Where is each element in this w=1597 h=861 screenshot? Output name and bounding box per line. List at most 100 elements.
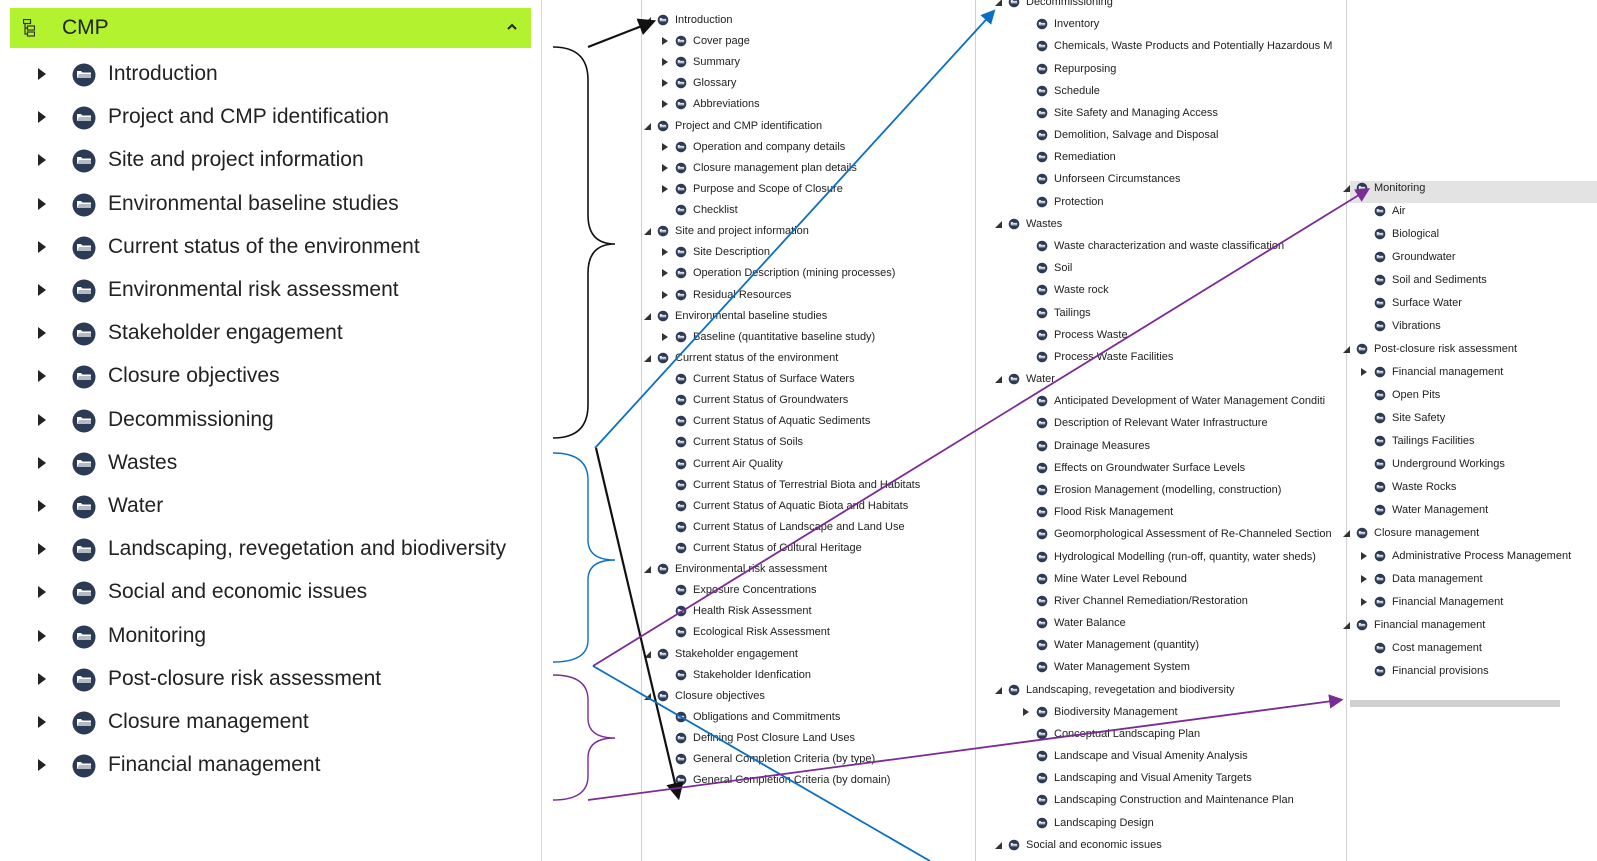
triangle-right-icon[interactable] [38,111,46,124]
expand-arrow-icon[interactable] [661,142,669,151]
tree-item-row[interactable]: Current Status of Landscape and Land Use [641,517,971,538]
triangle-right-icon[interactable] [38,154,46,167]
main-tree-item[interactable]: Current status of the environment [0,228,530,268]
main-tree-item[interactable]: Wastes [0,444,530,484]
collapse-arrow-icon[interactable] [1342,345,1350,353]
tree-item-row[interactable]: Vibrations [1350,316,1597,337]
main-tree-item[interactable]: Monitoring [0,617,530,657]
tree-item-row[interactable]: Site Safety and Managing Access [1008,103,1338,124]
tree-item-row[interactable]: Current Status of Surface Waters [641,369,971,390]
main-tree-item[interactable]: Landscaping, revegetation and biodiversi… [0,530,530,570]
collapse-arrow-icon[interactable] [643,354,651,362]
tree-item-row[interactable]: Cover page [641,31,971,52]
tree-item-row[interactable]: Summary [641,52,971,73]
tree-section-row[interactable]: Monitoring [1343,178,1597,199]
collapse-arrow-icon[interactable] [1342,621,1350,629]
collapse-arrow-icon[interactable] [1342,529,1350,537]
tree-item-row[interactable]: Repurposing [1008,59,1338,80]
tree-item-row[interactable]: Surface Water [1350,293,1597,314]
tree-item-row[interactable]: Drainage Measures [1008,436,1338,457]
tree-item-row[interactable]: Protection [1008,192,1338,213]
tree-item-row[interactable]: Soil [1008,258,1338,279]
main-tree-item[interactable]: Project and CMP identification [0,98,530,138]
tree-item-row[interactable]: Inventory [1008,14,1338,35]
tree-section-row[interactable]: Water [995,369,1338,390]
tree-item-row[interactable]: Landscaping Design [1008,813,1338,834]
tree-item-row[interactable]: Current Status of Groundwaters [641,390,971,411]
collapse-arrow-icon[interactable] [643,565,651,574]
collapse-arrow-icon[interactable] [643,650,651,658]
tree-item-row[interactable]: Current Status of Terrestrial Biota and … [641,475,971,496]
collapse-arrow-icon[interactable] [994,841,1002,849]
tree-section-row[interactable]: Closure management [1343,523,1597,544]
tree-item-row[interactable]: Unforseen Circumstances [1008,169,1338,190]
expand-arrow-icon[interactable] [1360,598,1368,606]
main-tree-item[interactable]: Water [0,487,530,527]
expand-arrow-icon[interactable] [661,100,669,109]
triangle-right-icon[interactable] [38,68,46,80]
triangle-right-icon[interactable] [38,629,46,642]
tree-item-row[interactable]: Financial Management [1350,592,1597,613]
tree-item-row[interactable]: Schedule [1008,81,1338,102]
tree-item-row[interactable]: Demolition, Salvage and Disposal [1008,125,1338,146]
main-tree-item[interactable]: Environmental risk assessment [0,271,530,311]
tree-item-row[interactable]: Landscape and Visual Amenity Analysis [1008,746,1338,767]
tree-item-row[interactable]: Financial management [1350,362,1597,383]
tree-item-row[interactable]: Cost management [1350,638,1597,659]
collapse-arrow-icon[interactable] [994,220,1002,228]
tree-section-row[interactable]: Post-closure risk assessment [1343,339,1597,360]
tree-item-row[interactable]: Process Waste Facilities [1008,347,1338,368]
tree-item-row[interactable]: Closure management plan details [641,158,971,179]
triangle-right-icon[interactable] [38,759,46,772]
main-tree-item[interactable]: Decommissioning [0,401,530,441]
expand-arrow-icon[interactable] [661,332,669,341]
tree-item-row[interactable]: Water Management (quantity) [1008,635,1338,656]
tree-item-row[interactable]: Air [1350,201,1597,222]
tree-item-row[interactable]: Waste characterization and waste classif… [1008,236,1338,257]
collapse-arrow-icon[interactable] [643,122,651,130]
tree-item-row[interactable]: Chemicals, Waste Products and Potentiall… [1008,36,1338,57]
tree-item-row[interactable]: Groundwater [1350,247,1597,268]
collapse-arrow-icon[interactable] [643,227,651,236]
expand-arrow-icon[interactable] [1360,575,1368,583]
collapse-arrow-icon[interactable] [994,0,1002,6]
tree-item-row[interactable]: Data management [1350,569,1597,590]
tree-section-row[interactable]: Introduction [641,10,971,31]
tree-item-row[interactable]: Water Management System [1008,657,1338,678]
triangle-right-icon[interactable] [38,327,46,340]
tree-section-row[interactable]: Financial management [1343,615,1597,636]
main-tree-item[interactable]: Financial management [0,746,530,786]
tree-item-row[interactable]: Mine Water Level Rebound [1008,569,1338,590]
tree-item-row[interactable]: Flood Risk Management [1008,502,1338,523]
expand-arrow-icon[interactable] [661,184,669,193]
collapse-arrow-icon[interactable] [643,692,651,700]
tree-item-row[interactable]: General Completion Criteria (by type) [641,749,971,770]
tree-item-row[interactable]: Description of Relevant Water Infrastruc… [1008,413,1338,434]
tree-item-row[interactable]: Tailings [1008,303,1338,324]
tree-item-row[interactable]: Operation and company details [641,137,971,158]
tree-item-row[interactable]: Waste Rocks [1350,477,1597,498]
triangle-right-icon[interactable] [38,672,46,685]
tree-item-row[interactable]: Anticipated Development of Water Managem… [1008,391,1338,412]
tree-item-row[interactable]: Ecological Risk Assessment [641,622,971,643]
tree-section-row[interactable]: Environmental baseline studies [641,306,971,327]
tree-item-row[interactable]: Residual Resources [641,285,971,306]
tree-item-row[interactable]: Process Waste [1008,325,1338,346]
scroll-indicator[interactable] [1350,700,1560,707]
triangle-right-icon[interactable] [38,413,46,426]
expand-arrow-icon[interactable] [661,269,669,278]
tree-section-row[interactable]: Project and CMP identification [641,116,971,137]
triangle-right-icon[interactable] [38,456,46,469]
tree-item-row[interactable]: Remediation [1008,147,1338,168]
main-tree-item[interactable]: Social and economic issues [0,573,530,613]
tree-item-row[interactable]: Underground Workings [1350,454,1597,475]
tree-item-row[interactable]: Erosion Management (modelling, construct… [1008,480,1338,501]
tree-item-row[interactable]: Open Pits [1350,385,1597,406]
tree-item-row[interactable]: Current Status of Aquatic Sediments [641,411,971,432]
tree-item-row[interactable]: General Completion Criteria (by domain) [641,770,971,791]
expand-arrow-icon[interactable] [661,79,669,88]
tree-item-row[interactable]: Soil and Sediments [1350,270,1597,291]
tree-item-row[interactable]: River Channel Remediation/Restoration [1008,591,1338,612]
main-tree-item[interactable]: Closure objectives [0,357,530,397]
tree-item-row[interactable]: Biodiversity Management [1008,702,1338,723]
